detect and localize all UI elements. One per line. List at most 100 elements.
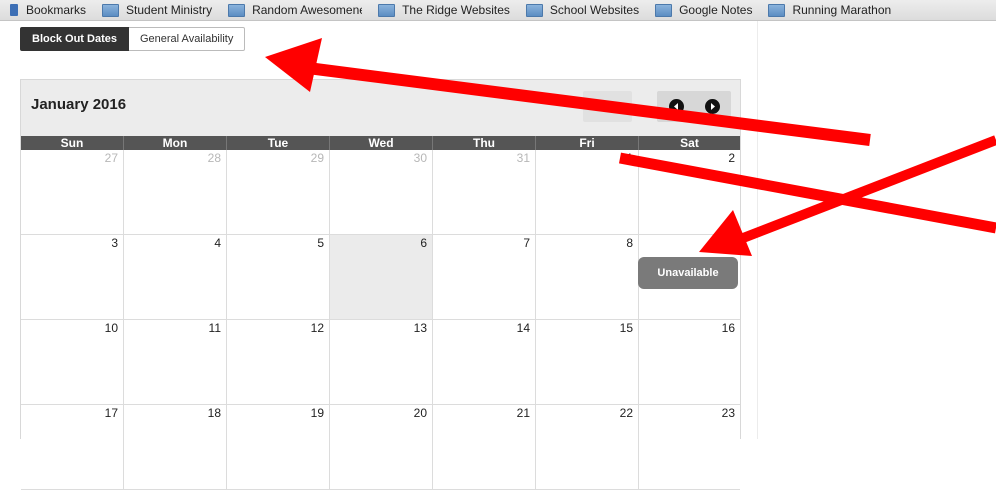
chevron-right-icon bbox=[711, 103, 715, 110]
bookmark-google-notes[interactable]: Google Notes bbox=[655, 3, 752, 17]
day-number: 10 bbox=[104, 321, 118, 335]
bookmark-label: Running Marathon bbox=[792, 3, 892, 17]
day-of-week-header: Sun Mon Tue Wed Thu Fri Sat bbox=[21, 136, 740, 150]
dow-thu: Thu bbox=[433, 136, 536, 150]
folder-icon bbox=[655, 3, 673, 17]
day-cell-today[interactable]: 6 bbox=[330, 235, 433, 320]
day-cell[interactable]: 15 bbox=[536, 320, 639, 405]
arrow-to-event bbox=[736, 135, 996, 245]
calendar-week: 27 28 29 30 31 1 2 bbox=[21, 150, 740, 235]
day-number: 8 bbox=[626, 236, 633, 250]
prev-month-button[interactable] bbox=[669, 99, 684, 114]
bookmark-label: The Ridge Websites bbox=[402, 3, 510, 17]
folder-icon bbox=[228, 3, 246, 17]
today-button[interactable]: today bbox=[583, 91, 632, 122]
month-nav bbox=[657, 91, 731, 122]
bookmarks-book-icon bbox=[10, 4, 18, 16]
day-number: 11 bbox=[208, 321, 221, 335]
day-number: 20 bbox=[413, 406, 427, 420]
day-number: 17 bbox=[104, 406, 118, 420]
day-number: 3 bbox=[111, 236, 118, 250]
day-cell[interactable]: 5 bbox=[227, 235, 330, 320]
day-number: 14 bbox=[516, 321, 530, 335]
day-number: 2 bbox=[728, 151, 735, 165]
day-cell[interactable]: 2 bbox=[639, 150, 740, 235]
day-number: 23 bbox=[721, 406, 735, 420]
panel-divider bbox=[757, 21, 758, 439]
bookmark-running-marathon[interactable]: Running Marathon bbox=[768, 3, 891, 17]
day-cell[interactable]: 10 bbox=[21, 320, 124, 405]
day-number: 16 bbox=[721, 321, 735, 335]
bookmark-label: Bookmarks bbox=[26, 3, 87, 17]
day-number: 19 bbox=[310, 406, 324, 420]
month-title: January 2016 bbox=[31, 96, 127, 113]
tab-general-availability[interactable]: General Availability bbox=[128, 27, 246, 51]
day-number: 27 bbox=[104, 151, 118, 165]
bookmark-label: School Websites bbox=[549, 3, 640, 17]
day-number: 22 bbox=[619, 406, 633, 420]
day-cell[interactable]: 13 bbox=[330, 320, 433, 405]
day-number: 29 bbox=[310, 151, 324, 165]
bookmark-the-ridge-websites[interactable]: The Ridge Websites bbox=[378, 3, 510, 17]
day-cell[interactable]: 16 bbox=[639, 320, 740, 405]
folder-icon bbox=[525, 3, 543, 17]
day-number: 9 bbox=[728, 236, 735, 250]
day-cell[interactable]: 3 bbox=[21, 235, 124, 320]
day-cell[interactable]: 7 bbox=[433, 235, 536, 320]
day-cell[interactable]: 12 bbox=[227, 320, 330, 405]
day-number: 18 bbox=[207, 406, 221, 420]
bookmarks-bar: Bookmarks Student Ministry Random Awesom… bbox=[0, 0, 996, 21]
day-cell[interactable]: 14 bbox=[433, 320, 536, 405]
dow-wed: Wed bbox=[330, 136, 433, 150]
day-cell[interactable]: 18 bbox=[124, 405, 227, 490]
calendar: January 2016 today Sun Mon Tue Wed Thu F… bbox=[20, 79, 741, 490]
day-cell[interactable]: 31 bbox=[433, 150, 536, 235]
bookmark-random-awesomeness[interactable]: Random Awesomene bbox=[228, 3, 362, 17]
chevron-left-icon bbox=[674, 103, 678, 110]
day-cell[interactable]: 20 bbox=[330, 405, 433, 490]
unavailable-event[interactable]: Unavailable bbox=[638, 257, 738, 289]
bookmark-label: Random Awesomene bbox=[252, 3, 363, 17]
bookmark-label: Google Notes bbox=[679, 3, 753, 17]
day-number: 15 bbox=[619, 321, 633, 335]
day-number: 1 bbox=[626, 151, 633, 165]
availability-tabs: Block Out Dates General Availability bbox=[20, 27, 246, 51]
day-number: 13 bbox=[413, 321, 427, 335]
day-number: 28 bbox=[207, 151, 221, 165]
day-cell[interactable]: 1 bbox=[536, 150, 639, 235]
dow-sat: Sat bbox=[639, 136, 740, 150]
day-number: 4 bbox=[214, 236, 221, 250]
dow-sun: Sun bbox=[21, 136, 124, 150]
day-number: 6 bbox=[420, 236, 427, 250]
day-cell[interactable]: 29 bbox=[227, 150, 330, 235]
calendar-week: 17 18 19 20 21 22 23 bbox=[21, 405, 740, 490]
day-cell[interactable]: 23 bbox=[639, 405, 740, 490]
bookmark-student-ministry[interactable]: Student Ministry bbox=[102, 3, 212, 17]
day-number: 30 bbox=[413, 151, 427, 165]
calendar-header: January 2016 today bbox=[21, 80, 740, 136]
day-cell[interactable]: 11 bbox=[124, 320, 227, 405]
day-cell[interactable]: 27 bbox=[21, 150, 124, 235]
day-cell[interactable]: 22 bbox=[536, 405, 639, 490]
day-number: 5 bbox=[317, 236, 324, 250]
day-cell[interactable]: 21 bbox=[433, 405, 536, 490]
day-cell[interactable]: 4 bbox=[124, 235, 227, 320]
day-number: 21 bbox=[516, 406, 530, 420]
day-cell[interactable]: 17 bbox=[21, 405, 124, 490]
folder-icon bbox=[768, 3, 786, 17]
bookmark-bookmarks[interactable]: Bookmarks bbox=[10, 3, 86, 17]
day-cell[interactable]: 8 bbox=[536, 235, 639, 320]
day-number: 12 bbox=[310, 321, 324, 335]
day-cell[interactable]: 19 bbox=[227, 405, 330, 490]
calendar-grid: 27 28 29 30 31 1 2 3 4 5 6 7 8 9 10 11 1… bbox=[21, 150, 740, 490]
tab-block-out-dates[interactable]: Block Out Dates bbox=[20, 27, 129, 51]
bookmark-school-websites[interactable]: School Websites bbox=[525, 3, 640, 17]
dow-mon: Mon bbox=[124, 136, 227, 150]
day-cell[interactable]: 30 bbox=[330, 150, 433, 235]
day-number: 31 bbox=[516, 151, 530, 165]
day-cell[interactable]: 28 bbox=[124, 150, 227, 235]
next-month-button[interactable] bbox=[705, 99, 720, 114]
calendar-week: 10 11 12 13 14 15 16 bbox=[21, 320, 740, 405]
dow-fri: Fri bbox=[536, 136, 639, 150]
folder-icon bbox=[102, 3, 120, 17]
